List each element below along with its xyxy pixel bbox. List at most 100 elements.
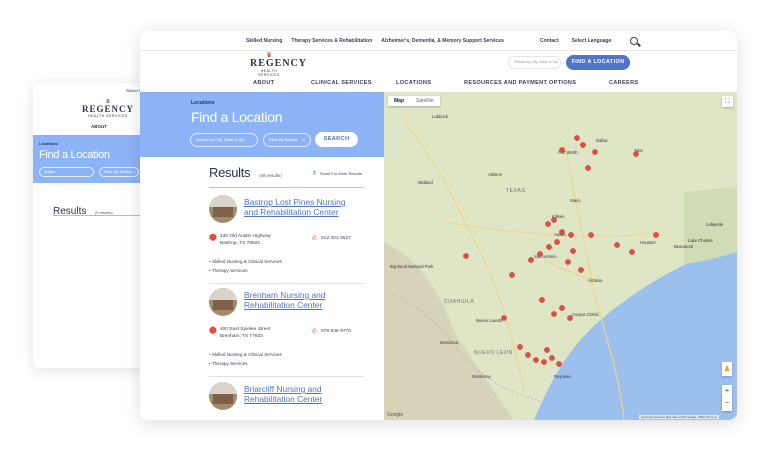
location-marker[interactable] (545, 221, 551, 227)
location-marker[interactable] (559, 305, 565, 311)
address-city: Brenham, TX 77833 (220, 334, 263, 339)
language-select[interactable]: Select Language (572, 38, 612, 44)
location-marker[interactable] (653, 232, 659, 238)
back-radius-label: Filter By Radius (104, 169, 133, 174)
location-marker[interactable] (501, 315, 507, 321)
phone-link[interactable]: 512-321-3527 (321, 236, 351, 241)
search-icon[interactable] (630, 36, 639, 45)
phone-link[interactable]: 979-836-9770 (321, 329, 351, 334)
location-name-link[interactable]: Brenham Nursing and Rehabilitation Cente… (244, 290, 354, 310)
location-marker[interactable] (559, 229, 565, 235)
location-marker[interactable] (633, 151, 639, 157)
location-marker[interactable] (567, 315, 573, 321)
map-tab[interactable]: Map (388, 96, 410, 106)
back-radius-select[interactable]: Filter By Radius ⌄ (99, 167, 139, 177)
scroll-hint-label: Scroll For More Results (320, 171, 362, 176)
nav-locations[interactable]: LOCATIONS (396, 80, 431, 86)
google-logo[interactable]: Google (387, 412, 403, 418)
location-marker[interactable] (463, 253, 469, 259)
chevron-down-icon: ⌄ (133, 169, 137, 174)
phone-icon: ✆ (312, 236, 318, 242)
util-link-therapy[interactable]: Therapy Services & Rehabilitation (291, 38, 372, 44)
main-window: Skilled Nursing Therapy Services & Rehab… (140, 31, 737, 420)
satellite-tab[interactable]: Satellite (410, 96, 440, 106)
back-breadcrumb[interactable]: Locations (39, 141, 58, 146)
location-marker[interactable] (551, 311, 557, 317)
location-marker[interactable] (565, 259, 571, 265)
location-marker[interactable] (528, 257, 534, 263)
location-marker[interactable] (574, 135, 580, 141)
location-marker[interactable] (533, 357, 539, 363)
map-pin-icon: ⬤ (209, 234, 217, 241)
service-item: Skilled Nursing & Clinical Services (209, 257, 282, 266)
util-link-memory-support[interactable]: Alzheimer's, Dementia, & Memory Support … (381, 38, 504, 44)
facility-photo[interactable] (209, 195, 237, 223)
location-marker[interactable] (549, 355, 555, 361)
street-view-pegman-icon[interactable]: ♟ (722, 362, 732, 376)
location-marker[interactable] (614, 242, 620, 248)
location-marker[interactable] (578, 267, 584, 273)
location-marker[interactable] (592, 149, 598, 155)
location-marker[interactable] (585, 165, 591, 171)
chevron-down-icon: ⌄ (300, 137, 306, 143)
nav-resources[interactable]: RESOURCES AND PAYMENT OPTIONS (464, 80, 576, 86)
location-marker[interactable] (544, 347, 550, 353)
search-button[interactable]: SEARCH (315, 132, 358, 147)
location-marker[interactable] (580, 142, 586, 148)
back-menu-about[interactable]: ABOUT (91, 124, 107, 129)
nav-clinical-services[interactable]: CLINICAL SERVICES (311, 80, 372, 86)
location-marker[interactable] (556, 361, 562, 367)
divider (140, 50, 737, 51)
location-search-input[interactable]: Search by City, State or Zip (190, 133, 258, 147)
zoom-out-button[interactable]: − (722, 397, 732, 409)
location-marker[interactable] (588, 232, 594, 238)
location-marker[interactable] (629, 249, 635, 255)
zoom-control: + − (722, 385, 732, 411)
location-marker[interactable] (546, 244, 552, 250)
page-title: Find a Location (191, 109, 283, 125)
location-address: 430 Old Austin Highway Bastrop, TX 78602 (220, 233, 271, 247)
site-logo[interactable]: ♛ REGENCY HEALTH SERVICES (250, 52, 306, 77)
fullscreen-icon[interactable]: ⛶ (722, 96, 733, 107)
location-name-link[interactable]: Bastrop Lost Pines Nursing and Rehabilit… (244, 197, 354, 217)
back-results: Results (0 results) (53, 201, 113, 219)
map-type-toggle: Map Satellite (388, 96, 440, 106)
scroll-icon: ⇕ (312, 171, 318, 177)
find-location-button[interactable]: FIND A LOCATION (566, 55, 630, 70)
location-marker[interactable] (537, 251, 543, 257)
back-heading: Find a Location (39, 149, 110, 161)
phone-icon: ✆ (312, 329, 318, 335)
map[interactable]: Lubbock Dallas Fort Worth Abilene Midlan… (384, 92, 737, 420)
location-finder-panel: Locations Find a Location Search by City… (140, 92, 384, 420)
nav-careers[interactable]: CAREERS (609, 80, 638, 86)
location-marker[interactable] (551, 217, 557, 223)
location-marker[interactable] (554, 239, 560, 245)
header-search-input[interactable]: Search by City, State or Zip (508, 56, 561, 69)
address-city: Bastrop, TX 78602 (220, 241, 260, 246)
location-marker[interactable] (509, 272, 515, 278)
facility-photo[interactable] (209, 288, 237, 316)
location-marker[interactable] (525, 352, 531, 358)
nav-about[interactable]: ABOUT (253, 80, 274, 86)
location-marker[interactable] (559, 147, 565, 153)
map-attribution[interactable]: Keyboard shortcuts Map data ©2023 Google… (638, 415, 719, 419)
location-marker[interactable] (541, 359, 547, 365)
location-marker[interactable] (570, 248, 576, 254)
list-item: Bastrop Lost Pines Nursing and Rehabilit… (209, 195, 364, 287)
zoom-in-button[interactable]: + (722, 385, 732, 397)
breadcrumb[interactable]: Locations (191, 100, 215, 106)
location-marker[interactable] (517, 344, 523, 350)
util-link-skilled-nursing[interactable]: Skilled Nursing (246, 38, 282, 44)
service-list: Skilled Nursing & Clinical Services Ther… (209, 350, 282, 368)
location-marker[interactable] (539, 297, 545, 303)
scroll-hint[interactable]: ⇕ Scroll For More Results (312, 170, 362, 177)
facility-photo[interactable] (209, 382, 237, 410)
back-search-input[interactable]: Dallas (39, 167, 94, 177)
address-line: 400 East Spielee Street (220, 327, 271, 332)
util-link-contact[interactable]: Contact (540, 38, 559, 44)
utility-nav: Skilled Nursing Therapy Services & Rehab… (140, 31, 737, 50)
location-address: 400 East Spielee Street Brenham, TX 7783… (220, 326, 270, 340)
radius-filter-select[interactable]: Filter By Radius ⌄ (263, 133, 311, 147)
location-name-link[interactable]: Briarcliff Nursing and Rehabilitation Ce… (244, 384, 354, 404)
location-marker[interactable] (568, 232, 574, 238)
